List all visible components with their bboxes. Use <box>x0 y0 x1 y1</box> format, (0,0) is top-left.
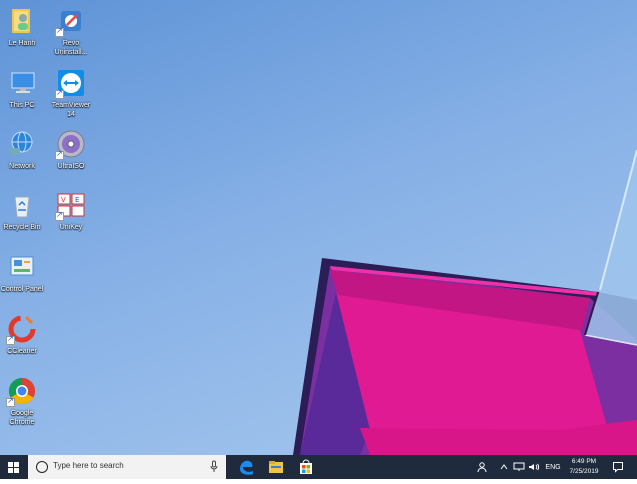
start-button[interactable] <box>0 455 28 479</box>
shortcut-arrow-icon <box>55 26 64 37</box>
volume-tray-button[interactable] <box>527 455 541 479</box>
disc-icon <box>55 128 87 160</box>
people-icon <box>477 462 487 473</box>
revo-uninstaller-icon <box>55 5 87 37</box>
network-tray-button[interactable] <box>512 455 526 479</box>
desktop-icon-label: Control Panel <box>0 286 44 293</box>
unikey-icon: VE <box>55 189 87 221</box>
desktop-icon-label: TeamViewer 14 <box>51 102 91 118</box>
clock-date: 7/25/2019 <box>569 468 599 475</box>
people-button[interactable] <box>474 455 492 479</box>
svg-text:E: E <box>75 196 79 204</box>
desktop-icon-teamviewer[interactable]: TeamViewer 14 <box>42 67 100 119</box>
ccleaner-icon <box>6 313 38 345</box>
taskbar: Type here to search ENG 6:49 PM 7/25/201… <box>0 455 637 479</box>
microsoft-store-icon <box>300 459 312 474</box>
desktop-icon-ccleaner[interactable]: CCleaner <box>0 313 51 356</box>
desktop-icon-label: UniKey <box>59 224 83 231</box>
notification-icon <box>613 462 623 473</box>
svg-text:V: V <box>61 196 66 204</box>
clock-time: 6:49 PM <box>571 458 597 465</box>
action-center-button[interactable] <box>608 455 628 479</box>
desktop-icon-google-chrome[interactable]: Google Chrome <box>0 375 51 427</box>
language-indicator: ENG <box>545 463 561 471</box>
desktop-icon-label: Google Chrome <box>9 410 35 426</box>
network-globe-icon <box>6 128 38 160</box>
chrome-icon <box>6 375 38 407</box>
control-panel-icon <box>6 251 38 283</box>
network-wired-icon <box>513 462 525 471</box>
desktop-icon-label: CCleaner <box>7 348 37 355</box>
windows-logo-icon <box>8 462 19 473</box>
shortcut-arrow-icon <box>6 334 15 345</box>
show-hidden-icons-button[interactable] <box>497 455 511 479</box>
file-explorer-icon <box>269 461 283 473</box>
search-placeholder: Type here to search <box>53 461 124 470</box>
taskbar-store[interactable] <box>292 455 320 479</box>
computer-icon <box>6 67 38 99</box>
desktop-icon-label: Revo Uninstall... <box>54 40 88 56</box>
user-folder-icon <box>6 5 38 37</box>
desktop-icon-ultraiso[interactable]: UltraISO <box>42 128 100 171</box>
speaker-icon <box>529 463 540 471</box>
recycle-bin-icon <box>6 189 38 221</box>
shortcut-arrow-icon <box>55 88 64 99</box>
taskbar-edge[interactable] <box>232 455 260 479</box>
input-language-button[interactable]: ENG <box>542 455 564 479</box>
taskbar-file-explorer[interactable] <box>262 455 290 479</box>
microphone-icon[interactable] <box>210 460 218 473</box>
teamviewer-icon <box>55 67 87 99</box>
desktop-icon-control-panel[interactable]: Control Panel <box>0 251 51 294</box>
clock[interactable]: 6:49 PM 7/25/2019 <box>562 457 606 477</box>
shortcut-arrow-icon <box>55 210 64 221</box>
desktop-icon-unikey[interactable]: VE UniKey <box>42 189 100 232</box>
chevron-up-icon <box>500 464 508 470</box>
taskbar-search-box[interactable]: Type here to search <box>28 455 226 479</box>
microsoft-edge-icon <box>240 460 253 475</box>
shortcut-arrow-icon <box>55 149 64 160</box>
cortana-circle-icon <box>36 461 48 473</box>
desktop-icon-revo-uninstaller[interactable]: Revo Uninstall... <box>42 5 100 57</box>
shortcut-arrow-icon <box>6 396 15 407</box>
desktop-icon-label: UltraISO <box>57 163 85 170</box>
desktop[interactable]: Le Hanh This PC Network Recycle Bin Cont… <box>0 0 637 455</box>
